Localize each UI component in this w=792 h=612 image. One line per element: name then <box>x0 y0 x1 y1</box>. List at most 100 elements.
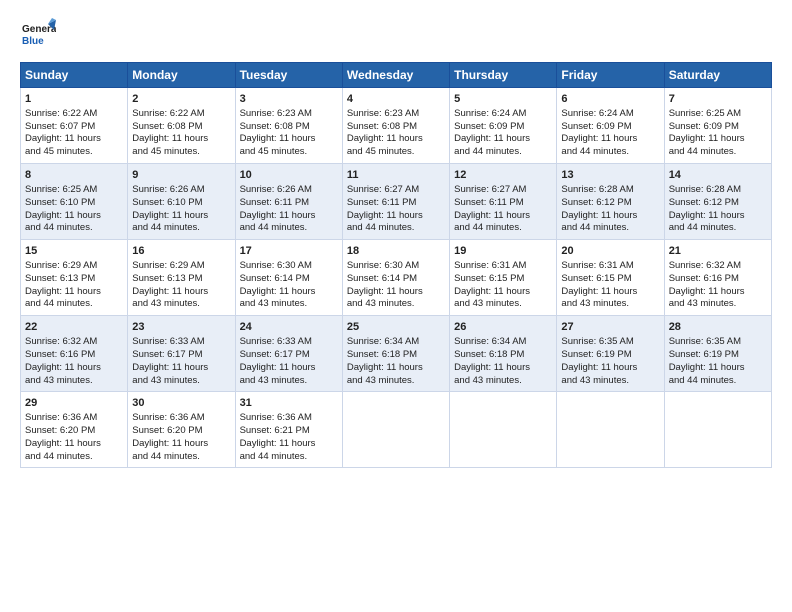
day-info-line: Sunset: 6:16 PM <box>25 349 123 362</box>
calendar-cell: 22Sunrise: 6:32 AMSunset: 6:16 PMDayligh… <box>21 316 128 392</box>
day-number: 27 <box>561 320 659 335</box>
calendar-cell: 1Sunrise: 6:22 AMSunset: 6:07 PMDaylight… <box>21 88 128 164</box>
day-info-line: and 43 minutes. <box>561 375 659 388</box>
day-info-line: and 44 minutes. <box>669 146 767 159</box>
day-number: 18 <box>347 244 445 259</box>
day-info-line: Sunrise: 6:33 AM <box>240 336 338 349</box>
calendar-cell: 30Sunrise: 6:36 AMSunset: 6:20 PMDayligh… <box>128 392 235 468</box>
day-info-line: and 44 minutes. <box>669 222 767 235</box>
day-number: 16 <box>132 244 230 259</box>
day-info-line: Sunset: 6:12 PM <box>561 197 659 210</box>
day-info-line: Sunrise: 6:24 AM <box>454 108 552 121</box>
day-info-line: Sunset: 6:15 PM <box>561 273 659 286</box>
day-info-line: Daylight: 11 hours <box>669 286 767 299</box>
day-info-line: Daylight: 11 hours <box>132 362 230 375</box>
day-info-line: Daylight: 11 hours <box>561 362 659 375</box>
calendar-cell: 29Sunrise: 6:36 AMSunset: 6:20 PMDayligh… <box>21 392 128 468</box>
day-number: 6 <box>561 92 659 107</box>
day-number: 10 <box>240 168 338 183</box>
day-info-line: and 43 minutes. <box>454 298 552 311</box>
day-info-line: Daylight: 11 hours <box>454 210 552 223</box>
day-info-line: Sunrise: 6:23 AM <box>347 108 445 121</box>
calendar-header-row: SundayMondayTuesdayWednesdayThursdayFrid… <box>21 63 772 88</box>
day-info-line: Sunset: 6:15 PM <box>454 273 552 286</box>
day-info-line: and 43 minutes. <box>347 298 445 311</box>
day-info-line: Daylight: 11 hours <box>25 438 123 451</box>
day-info-line: Sunrise: 6:28 AM <box>561 184 659 197</box>
day-info-line: Sunrise: 6:36 AM <box>25 412 123 425</box>
day-info-line: Daylight: 11 hours <box>454 286 552 299</box>
day-info-line: Sunrise: 6:29 AM <box>25 260 123 273</box>
calendar-cell: 15Sunrise: 6:29 AMSunset: 6:13 PMDayligh… <box>21 240 128 316</box>
day-info-line: Daylight: 11 hours <box>132 133 230 146</box>
day-info-line: and 44 minutes. <box>25 298 123 311</box>
day-info-line: Daylight: 11 hours <box>132 286 230 299</box>
day-number: 19 <box>454 244 552 259</box>
day-info-line: Sunset: 6:19 PM <box>561 349 659 362</box>
day-info-line: Sunset: 6:11 PM <box>347 197 445 210</box>
calendar-cell: 12Sunrise: 6:27 AMSunset: 6:11 PMDayligh… <box>450 164 557 240</box>
day-info-line: Sunset: 6:08 PM <box>347 121 445 134</box>
calendar-cell: 21Sunrise: 6:32 AMSunset: 6:16 PMDayligh… <box>664 240 771 316</box>
day-info-line: Sunrise: 6:32 AM <box>25 336 123 349</box>
calendar-cell: 20Sunrise: 6:31 AMSunset: 6:15 PMDayligh… <box>557 240 664 316</box>
calendar-cell: 27Sunrise: 6:35 AMSunset: 6:19 PMDayligh… <box>557 316 664 392</box>
day-number: 25 <box>347 320 445 335</box>
day-info-line: and 43 minutes. <box>561 298 659 311</box>
day-info-line: Sunrise: 6:33 AM <box>132 336 230 349</box>
day-info-line: Daylight: 11 hours <box>561 133 659 146</box>
day-number: 14 <box>669 168 767 183</box>
day-info-line: Sunset: 6:10 PM <box>25 197 123 210</box>
day-info-line: Sunrise: 6:36 AM <box>132 412 230 425</box>
calendar-cell: 23Sunrise: 6:33 AMSunset: 6:17 PMDayligh… <box>128 316 235 392</box>
header-day-friday: Friday <box>557 63 664 88</box>
calendar-week-row: 22Sunrise: 6:32 AMSunset: 6:16 PM Dayligh… <box>21 316 772 392</box>
day-info-line: Sunrise: 6:30 AM <box>240 260 338 273</box>
day-info-line: Daylight: 11 hours <box>347 286 445 299</box>
day-info-line: and 43 minutes. <box>25 375 123 388</box>
day-info-line: Sunrise: 6:22 AM <box>132 108 230 121</box>
day-info-line: and 44 minutes. <box>561 222 659 235</box>
day-number: 21 <box>669 244 767 259</box>
calendar-cell: 5Sunrise: 6:24 AMSunset: 6:09 PMDaylight… <box>450 88 557 164</box>
logo-icon: General Blue <box>20 16 56 52</box>
day-number: 20 <box>561 244 659 259</box>
calendar-cell: 7Sunrise: 6:25 AMSunset: 6:09 PMDaylight… <box>664 88 771 164</box>
day-info-line: Sunrise: 6:34 AM <box>454 336 552 349</box>
day-info-line: Sunrise: 6:25 AM <box>25 184 123 197</box>
day-info-line: Daylight: 11 hours <box>561 210 659 223</box>
calendar-table: SundayMondayTuesdayWednesdayThursdayFrid… <box>20 62 772 468</box>
day-number: 15 <box>25 244 123 259</box>
day-info-line: and 43 minutes. <box>669 298 767 311</box>
day-info-line: Sunrise: 6:27 AM <box>454 184 552 197</box>
day-number: 7 <box>669 92 767 107</box>
day-info-line: Daylight: 11 hours <box>240 362 338 375</box>
day-info-line: Sunrise: 6:29 AM <box>132 260 230 273</box>
day-info-line: and 45 minutes. <box>25 146 123 159</box>
day-info-line: Sunset: 6:11 PM <box>454 197 552 210</box>
day-number: 8 <box>25 168 123 183</box>
header-day-wednesday: Wednesday <box>342 63 449 88</box>
day-info-line: Sunset: 6:10 PM <box>132 197 230 210</box>
day-number: 1 <box>25 92 123 107</box>
day-info-line: and 43 minutes. <box>132 298 230 311</box>
header-day-sunday: Sunday <box>21 63 128 88</box>
day-info-line: Daylight: 11 hours <box>132 438 230 451</box>
calendar-week-row: 8Sunrise: 6:25 AMSunset: 6:10 PMDaylight… <box>21 164 772 240</box>
logo: General Blue <box>20 16 60 52</box>
day-number: 22 <box>25 320 123 335</box>
day-number: 28 <box>669 320 767 335</box>
day-info-line: Sunset: 6:14 PM <box>240 273 338 286</box>
svg-text:Blue: Blue <box>22 36 44 47</box>
day-info-line: Daylight: 11 hours <box>25 133 123 146</box>
day-info-line: and 44 minutes. <box>454 222 552 235</box>
day-number: 2 <box>132 92 230 107</box>
day-info-line: Daylight: 11 hours <box>240 133 338 146</box>
day-info-line: and 44 minutes. <box>669 375 767 388</box>
day-info-line: Sunrise: 6:24 AM <box>561 108 659 121</box>
day-info-line: and 45 minutes. <box>132 146 230 159</box>
calendar-week-row: 15Sunrise: 6:29 AMSunset: 6:13 PMDayligh… <box>21 240 772 316</box>
day-info-line: and 44 minutes. <box>240 222 338 235</box>
calendar-cell: 6Sunrise: 6:24 AMSunset: 6:09 PMDaylight… <box>557 88 664 164</box>
day-info-line: Sunrise: 6:31 AM <box>454 260 552 273</box>
